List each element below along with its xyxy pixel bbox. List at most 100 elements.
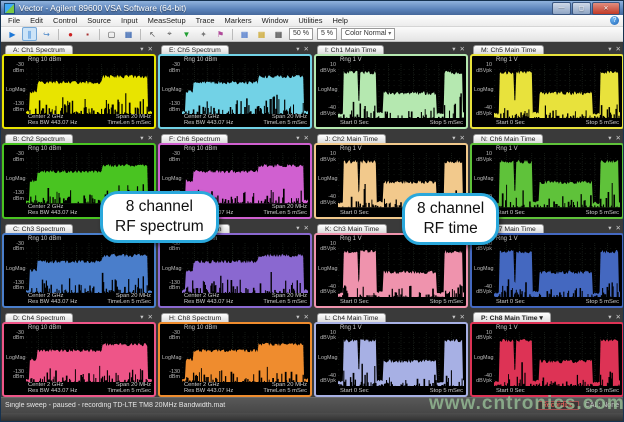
- panel-L: L: Ch4 Main Time ▾ ✕ Rng 1 V 10dBVpk Log…: [313, 310, 469, 399]
- menu-markers[interactable]: Markers: [220, 16, 257, 25]
- close-button[interactable]: ✕: [592, 2, 620, 15]
- panel-plot-I[interactable]: Rng 1 V 10dBVpk LogMag -40dBVpk Start 0 …: [314, 54, 468, 129]
- trace-plot: [494, 332, 620, 386]
- panel-menu-icon[interactable]: ▾: [608, 224, 611, 232]
- minimize-button[interactable]: —: [552, 2, 571, 15]
- color-mode-select[interactable]: Color Normal ▾: [341, 28, 395, 40]
- panel-tab-L[interactable]: L: Ch4 Main Time: [317, 313, 386, 322]
- panel-close-icon[interactable]: ✕: [616, 45, 621, 53]
- menu-trace[interactable]: Trace: [191, 16, 220, 25]
- play-icon[interactable]: ▶: [5, 27, 20, 41]
- panel-tab-I[interactable]: I: Ch1 Main Time: [317, 45, 384, 54]
- marker-flag-icon[interactable]: ⚑: [213, 27, 228, 41]
- panel-menu-icon[interactable]: ▾: [452, 134, 455, 142]
- panel-tabstrip: L: Ch4 Main Time ▾ ✕: [314, 310, 468, 322]
- panel-plot-O[interactable]: Rng 1 V 10dBVpk LogMag -40dBVpk Start 0 …: [470, 233, 624, 308]
- y-axis-top-label: -30dBm: [6, 331, 24, 342]
- menu-edit[interactable]: Edit: [25, 16, 48, 25]
- panel-tab-N[interactable]: N: Ch6 Main Time: [473, 134, 543, 143]
- panel-plot-G[interactable]: Rng 10 dBm -30dBm LogMag -130dBm Center …: [158, 233, 312, 308]
- panel-menu-icon[interactable]: ▾: [140, 313, 143, 321]
- panel-plot-M[interactable]: Rng 1 V 10dBVpk LogMag -40dBVpk Start 0 …: [470, 54, 624, 129]
- y-axis-format-label: LogMag: [318, 177, 336, 183]
- panel-menu-icon[interactable]: ▾: [296, 313, 299, 321]
- panel-plot-C[interactable]: Rng 10 dBm -30dBm LogMag -130dBm Center …: [2, 233, 156, 308]
- panel-menu-icon[interactable]: ▾: [140, 134, 143, 142]
- panel-tabstrip: N: Ch6 Main Time ▾ ✕: [470, 131, 624, 143]
- panel-tab-H[interactable]: H: Ch8 Spectrum: [161, 313, 229, 322]
- display-blue-icon[interactable]: ▦: [237, 27, 252, 41]
- panel-close-icon[interactable]: ✕: [616, 224, 621, 232]
- marker-delta-icon[interactable]: ✦: [196, 27, 211, 41]
- panel-tab-J[interactable]: J: Ch2 Main Time: [317, 134, 386, 143]
- layout-grid-icon[interactable]: ▦: [121, 27, 136, 41]
- y-axis-top-label: 10dBVpk: [474, 331, 492, 342]
- panel-close-icon[interactable]: ✕: [304, 134, 309, 142]
- panel-A: A: Ch1 Spectrum ▾ ✕ Rng 10 dBm -30dBm Lo…: [1, 42, 157, 131]
- trace-plot: [26, 332, 152, 382]
- panel-close-icon[interactable]: ✕: [616, 134, 621, 142]
- menu-source[interactable]: Source: [82, 16, 116, 25]
- panel-plot-D[interactable]: Rng 10 dBm -30dBm LogMag -130dBm Center …: [2, 322, 156, 397]
- panel-menu-icon[interactable]: ▾: [452, 45, 455, 53]
- panel-menu-icon[interactable]: ▾: [608, 134, 611, 142]
- panel-close-icon[interactable]: ✕: [460, 134, 465, 142]
- panel-menu-icon[interactable]: ▾: [608, 45, 611, 53]
- title-bar[interactable]: Vector - Agilent 89600 VSA Software (64-…: [1, 1, 623, 15]
- panel-menu-icon[interactable]: ▾: [140, 45, 143, 53]
- panel-tab-M[interactable]: M: Ch5 Main Time: [473, 45, 544, 54]
- panel-menu-icon[interactable]: ▾: [296, 134, 299, 142]
- pointer-icon[interactable]: ↖: [145, 27, 160, 41]
- record-icon[interactable]: ●: [63, 27, 78, 41]
- panel-tab-F[interactable]: F: Ch6 Spectrum: [161, 134, 228, 143]
- record-stop-icon[interactable]: ▪: [80, 27, 95, 41]
- marker-peak-icon[interactable]: ▼: [179, 27, 194, 41]
- panel-close-icon[interactable]: ✕: [616, 313, 621, 321]
- panel-menu-icon[interactable]: ▾: [296, 45, 299, 53]
- menu-meassetup[interactable]: MeasSetup: [143, 16, 191, 25]
- panel-menu-icon[interactable]: ▾: [296, 224, 299, 232]
- panel-plot-H[interactable]: Rng 10 dBm -30dBm LogMag -130dBm Center …: [158, 322, 312, 397]
- display-dark-icon[interactable]: ▦: [271, 27, 286, 41]
- menu-input[interactable]: Input: [116, 16, 143, 25]
- pause-icon[interactable]: ∥: [22, 27, 37, 41]
- panel-tab-C[interactable]: C: Ch3 Spectrum: [5, 224, 73, 233]
- zoom-y-field[interactable]: 5 %: [317, 28, 337, 40]
- panel-tab-P[interactable]: P: Ch8 Main Time ▾: [473, 312, 551, 322]
- panel-close-icon[interactable]: ✕: [304, 224, 309, 232]
- panel-menu-icon[interactable]: ▾: [608, 313, 611, 321]
- menu-file[interactable]: File: [3, 16, 25, 25]
- panel-close-icon[interactable]: ✕: [148, 45, 153, 53]
- menu-window[interactable]: Window: [257, 16, 294, 25]
- panel-tab-B[interactable]: B: Ch2 Spectrum: [5, 134, 73, 143]
- panel-close-icon[interactable]: ✕: [148, 313, 153, 321]
- panel-close-icon[interactable]: ✕: [304, 45, 309, 53]
- panel-tab-K[interactable]: K: Ch3 Main Time: [317, 224, 387, 233]
- panel-close-icon[interactable]: ✕: [460, 45, 465, 53]
- menu-help[interactable]: Help: [327, 16, 352, 25]
- panel-plot-P[interactable]: Rng 1 V 10dBVpk LogMag -40dBVpk Start 0 …: [470, 322, 624, 397]
- help-icon[interactable]: ?: [610, 16, 619, 25]
- display-yellow-icon[interactable]: ▦: [254, 27, 269, 41]
- layout-single-icon[interactable]: ▢: [104, 27, 119, 41]
- panel-menu-icon[interactable]: ▾: [452, 313, 455, 321]
- range-label: Rng 1 V: [340, 57, 362, 63]
- panel-tab-E[interactable]: E: Ch5 Spectrum: [161, 45, 229, 54]
- app-icon: [4, 3, 15, 14]
- toolbar-separator: [58, 29, 59, 40]
- panel-close-icon[interactable]: ✕: [304, 313, 309, 321]
- panel-plot-A[interactable]: Rng 10 dBm -30dBm LogMag -130dBm Center …: [2, 54, 156, 129]
- y-axis-top-label: -30dBm: [162, 63, 180, 74]
- panel-close-icon[interactable]: ✕: [460, 313, 465, 321]
- panel-close-icon[interactable]: ✕: [148, 134, 153, 142]
- zoom-x-field[interactable]: 50 %: [289, 28, 313, 40]
- menu-utilities[interactable]: Utilities: [293, 16, 327, 25]
- maximize-button[interactable]: ▢: [572, 2, 591, 15]
- panel-plot-L[interactable]: Rng 1 V 10dBVpk LogMag -40dBVpk Start 0 …: [314, 322, 468, 397]
- panel-plot-E[interactable]: Rng 10 dBm -30dBm LogMag -130dBm Center …: [158, 54, 312, 129]
- panel-tab-A[interactable]: A: Ch1 Spectrum: [5, 45, 73, 54]
- panel-tab-D[interactable]: D: Ch4 Spectrum: [5, 313, 73, 322]
- skip-icon[interactable]: ↪: [39, 27, 54, 41]
- zoom-icon[interactable]: ⌖: [162, 27, 177, 41]
- menu-control[interactable]: Control: [48, 16, 82, 25]
